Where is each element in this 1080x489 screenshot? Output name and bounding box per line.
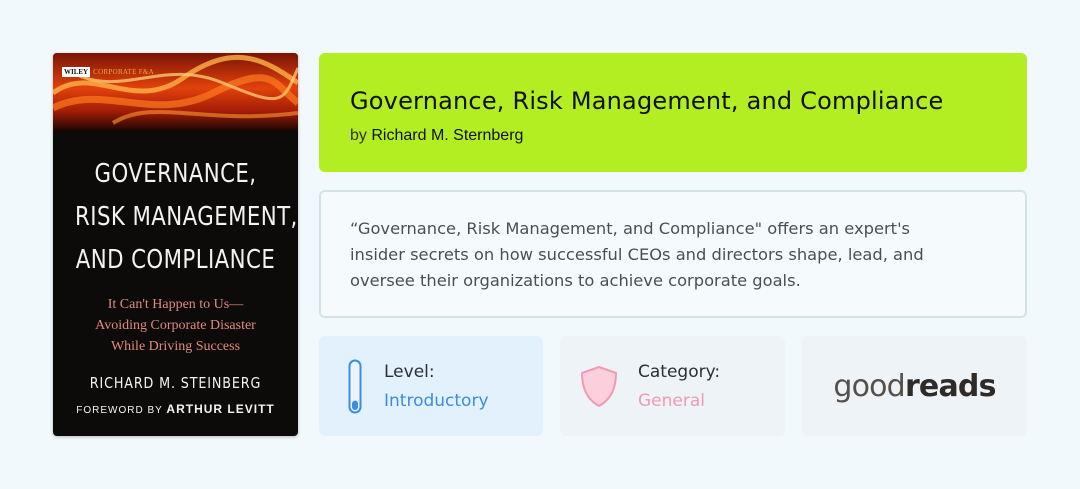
goodreads-logo-part1: good bbox=[833, 368, 905, 404]
book-cover[interactable]: WILEY CORPORATE F&A GOVERNANCE, RISK MAN… bbox=[53, 53, 298, 436]
category-text: Category: General bbox=[638, 362, 720, 411]
level-card: Level: Introductory bbox=[319, 336, 543, 436]
book-author[interactable]: Richard M. Sternberg bbox=[371, 127, 523, 144]
category-label: Category: bbox=[638, 362, 721, 382]
cover-title-line: RISK MANAGEMENT, bbox=[75, 202, 298, 232]
level-text: Level: Introductory bbox=[384, 362, 489, 411]
cover-subtitle-line: Avoiding Corporate Disaster bbox=[95, 318, 256, 333]
category-value: General bbox=[638, 391, 705, 411]
publisher-wiley: WILEY bbox=[62, 67, 91, 77]
cover-flame-art bbox=[53, 53, 298, 131]
description-card: “Governance, Risk Management, and Compli… bbox=[319, 190, 1027, 318]
publisher-series: CORPORATE F&A bbox=[93, 68, 155, 76]
cover-title-line: GOVERNANCE, bbox=[94, 159, 257, 189]
byline: by Richard M. Sternberg bbox=[350, 127, 996, 145]
cover-foreword: FOREWORD BY ARTHUR LEVITT bbox=[53, 402, 298, 416]
cover-subtitle-line: It Can't Happen to Us— bbox=[107, 297, 244, 312]
cover-foreword-prefix: FOREWORD BY bbox=[76, 405, 163, 416]
level-value: Introductory bbox=[384, 391, 489, 411]
cover-subtitle-line: While Driving Success bbox=[110, 339, 241, 354]
book-title-card: Governance, Risk Management, and Complia… bbox=[319, 53, 1027, 172]
cover-author: RICHARD M. STEINBERG bbox=[89, 374, 262, 392]
goodreads-logo-part2: reads bbox=[904, 368, 997, 404]
byline-prefix: by bbox=[350, 127, 367, 144]
level-label: Level: bbox=[384, 362, 435, 382]
cover-publisher: WILEY CORPORATE F&A bbox=[62, 67, 157, 77]
book-description: “Governance, Risk Management, and Compli… bbox=[350, 219, 924, 290]
book-title: Governance, Risk Management, and Complia… bbox=[350, 87, 944, 115]
goodreads-logo: goodreads bbox=[833, 368, 997, 404]
cover-foreword-name: ARTHUR LEVITT bbox=[166, 402, 275, 416]
cover-title-line: AND COMPLIANCE bbox=[75, 245, 276, 275]
shield-icon bbox=[581, 366, 617, 407]
thermometer-icon bbox=[348, 359, 362, 414]
category-card: Category: General bbox=[560, 336, 785, 436]
goodreads-card[interactable]: goodreads bbox=[802, 336, 1027, 436]
cover-title: GOVERNANCE, RISK MANAGEMENT, AND COMPLIA… bbox=[75, 153, 298, 282]
cover-subtitle: It Can't Happen to Us— Avoiding Corporat… bbox=[53, 294, 298, 357]
